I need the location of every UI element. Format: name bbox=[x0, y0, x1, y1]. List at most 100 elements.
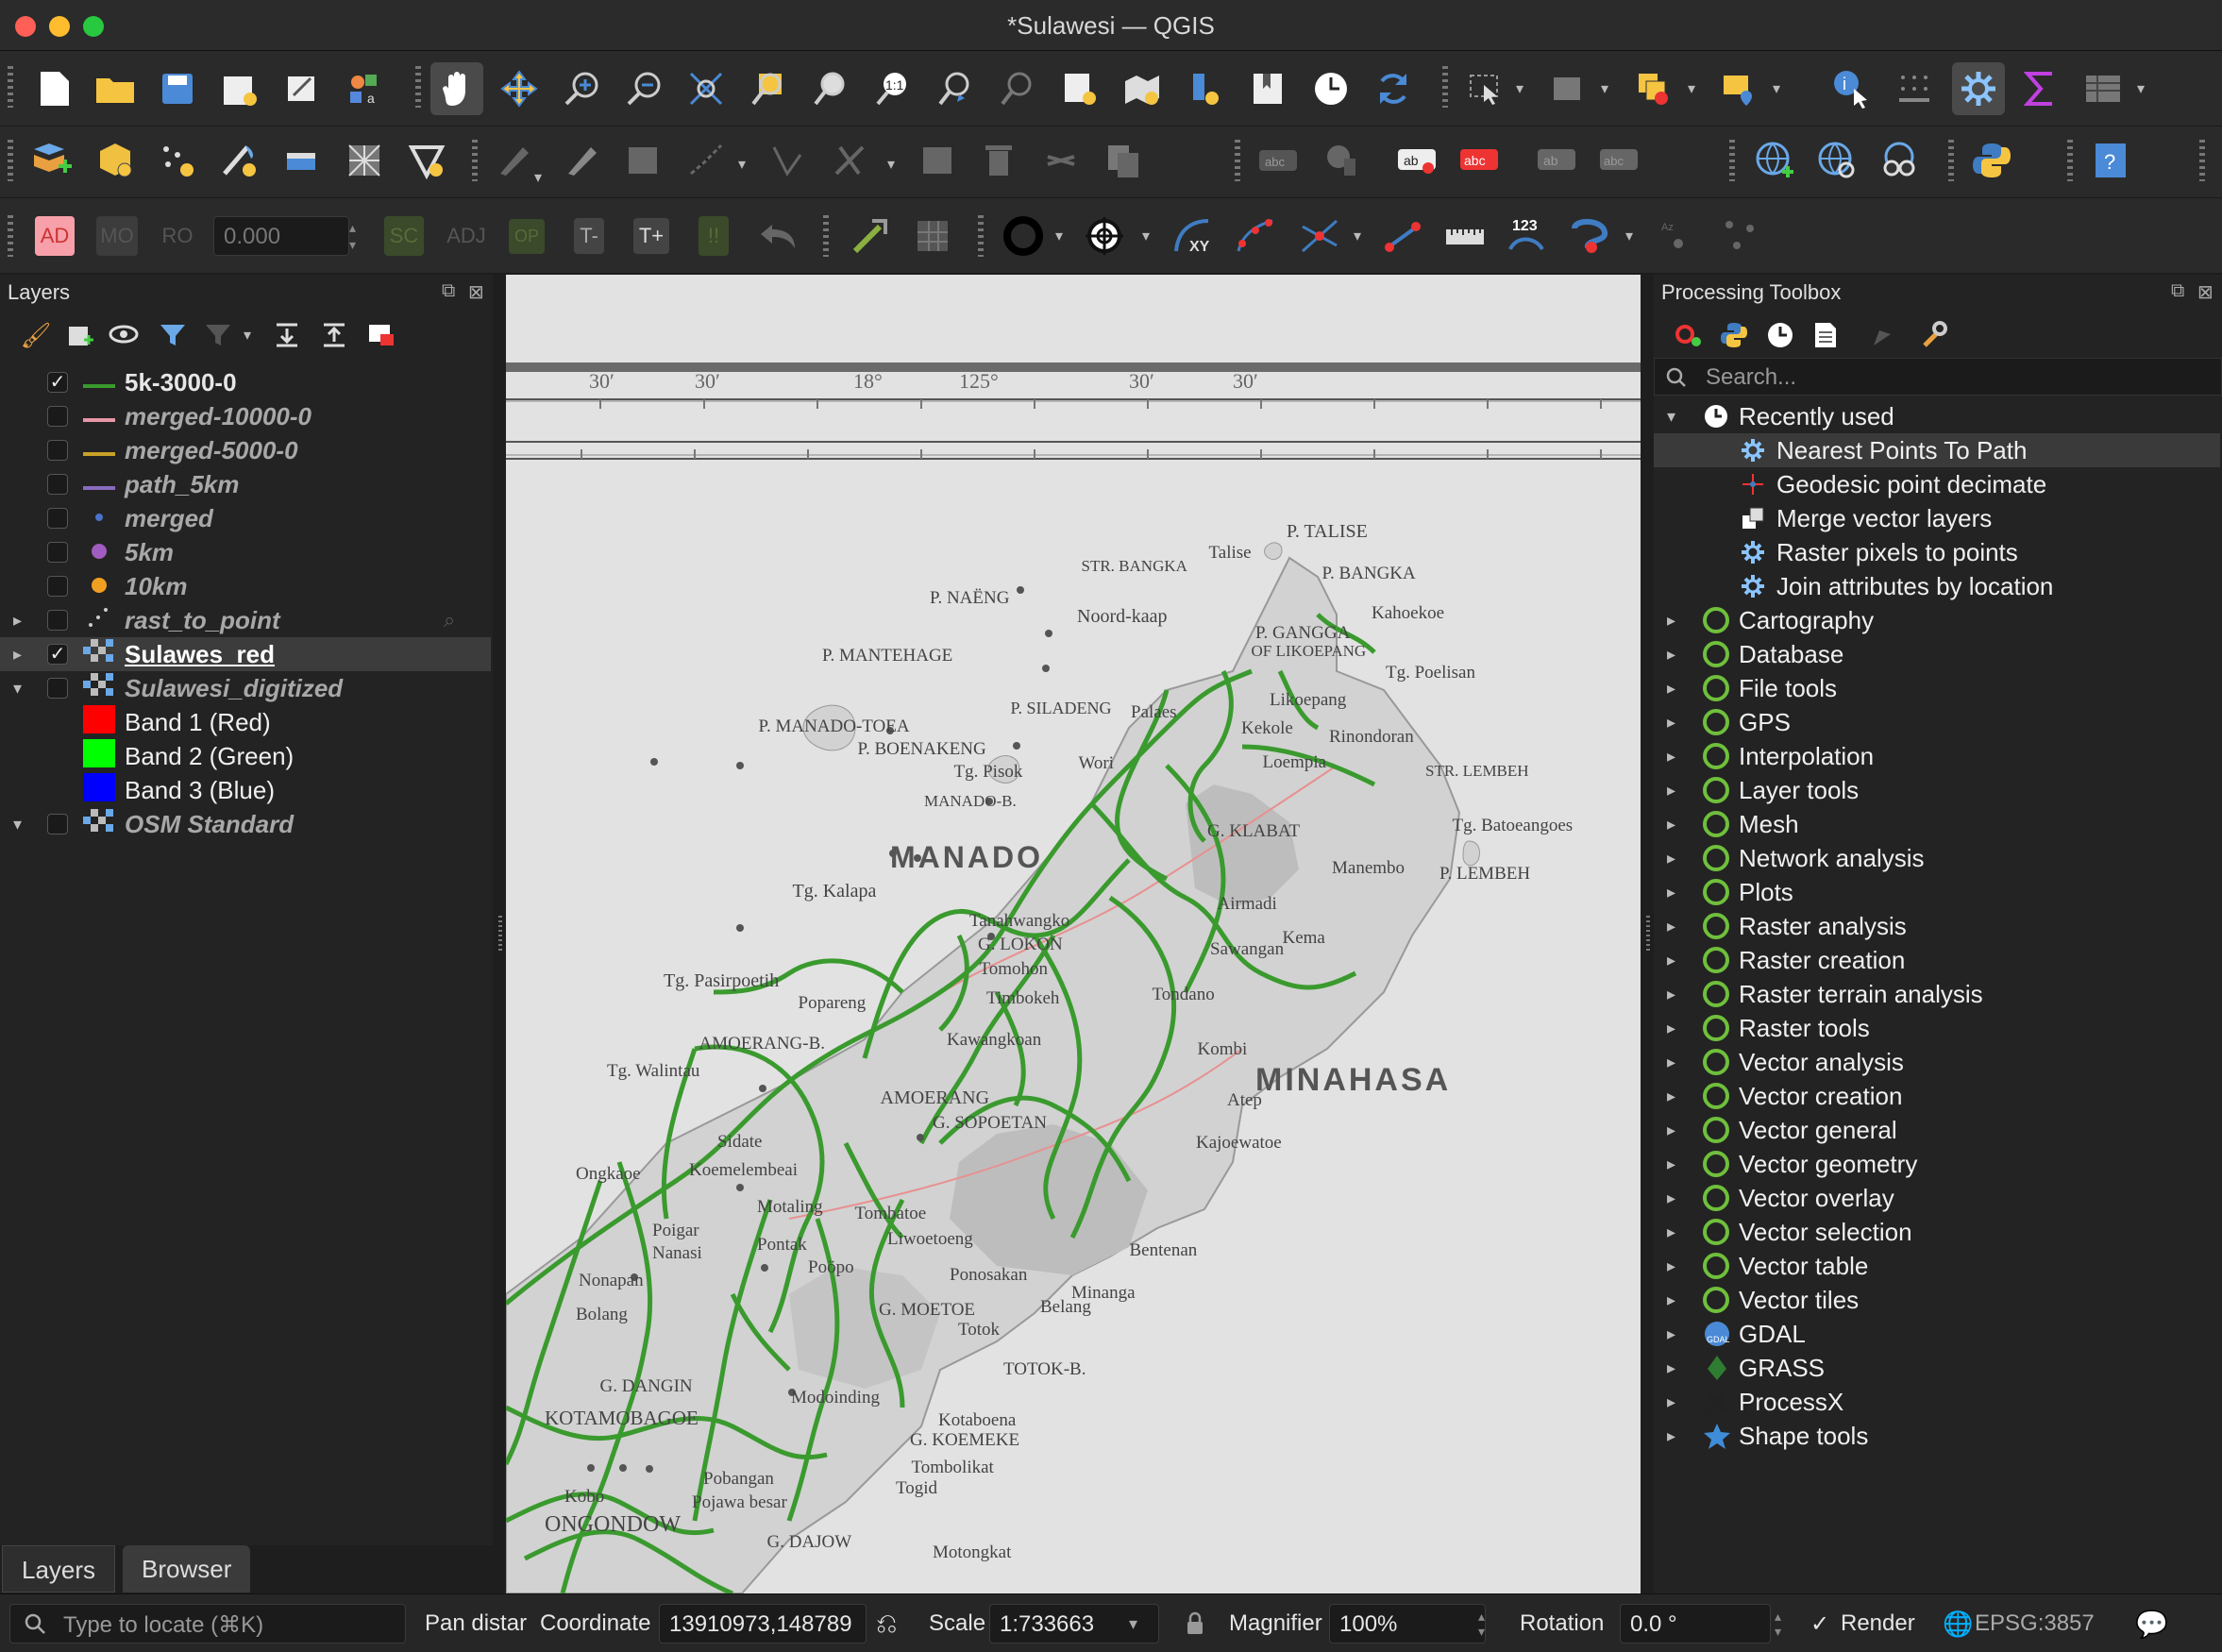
models-icon[interactable] bbox=[1661, 309, 1714, 362]
toolbox-group[interactable]: ▸ Database bbox=[1654, 637, 2220, 671]
pan-to-selection-icon[interactable] bbox=[493, 62, 546, 115]
toolbar-grip[interactable] bbox=[2067, 140, 2073, 181]
expand-arrow-icon[interactable]: ▸ bbox=[1667, 917, 1675, 936]
text-smaller-button[interactable]: T- bbox=[563, 210, 615, 262]
toolbar-grip[interactable] bbox=[1235, 140, 1240, 181]
toolbox-group[interactable]: ▸ Plots bbox=[1654, 875, 2220, 909]
zoom-next-icon[interactable] bbox=[991, 62, 1044, 115]
new-temporary-layer-icon[interactable] bbox=[151, 134, 204, 187]
new-spatial-bookmark-icon[interactable] bbox=[1053, 62, 1106, 115]
zoom-in-icon[interactable] bbox=[555, 62, 608, 115]
adjust-chip[interactable]: ADJ bbox=[440, 210, 493, 262]
layer-visibility-checkbox[interactable] bbox=[47, 474, 68, 495]
layer-row[interactable]: path_5km bbox=[0, 467, 491, 501]
toggle-editing-icon[interactable] bbox=[555, 134, 608, 187]
layer-visibility-checkbox[interactable] bbox=[47, 440, 68, 461]
layer-visibility-checkbox[interactable] bbox=[47, 610, 68, 631]
splitter-handle[interactable] bbox=[498, 916, 502, 953]
toolbox-algorithm-item[interactable]: Raster pixels to points bbox=[1654, 535, 2220, 569]
toolbox-group[interactable]: ▸ Raster analysis bbox=[1654, 909, 2220, 943]
layer-row[interactable]: ✓ 5k-3000-0 bbox=[0, 365, 491, 399]
op-chip[interactable]: OP bbox=[500, 210, 553, 262]
refresh-icon[interactable] bbox=[1367, 62, 1420, 115]
globe-icon[interactable]: 🌐 bbox=[1943, 1604, 1973, 1644]
chevron-down-icon[interactable]: ▾ bbox=[1625, 227, 1639, 244]
select-by-value-icon[interactable] bbox=[1542, 62, 1595, 115]
search-input[interactable]: Search... bbox=[1706, 364, 1796, 391]
open-attribute-table-icon[interactable] bbox=[2077, 62, 2129, 115]
expand-all-icon[interactable] bbox=[261, 309, 313, 362]
number-curve-icon[interactable]: 123 bbox=[1501, 210, 1554, 262]
layer-row[interactable]: ▾ OSM Standard bbox=[0, 807, 491, 841]
circle-tool-icon[interactable] bbox=[997, 210, 1050, 262]
help-icon[interactable]: ? bbox=[2084, 134, 2137, 187]
float-panel-icon[interactable]: ⧉ bbox=[442, 280, 455, 302]
expand-arrow-icon[interactable]: ▸ bbox=[1667, 713, 1675, 733]
diagram-toolbar-icon[interactable] bbox=[1316, 134, 1369, 187]
chevron-down-icon[interactable]: ▾ bbox=[887, 155, 901, 173]
python-console-icon[interactable] bbox=[1965, 134, 2018, 187]
edit-table-icon[interactable] bbox=[912, 134, 965, 187]
zoom-to-layer-icon[interactable] bbox=[804, 62, 857, 115]
layer-row[interactable]: ▸ rast_to_point ⌕ bbox=[0, 603, 491, 637]
options-wrench-icon[interactable] bbox=[1907, 309, 1960, 362]
zoom-to-selection-icon[interactable] bbox=[742, 62, 795, 115]
text-larger-button[interactable]: T+ bbox=[625, 210, 678, 262]
new-virtual-layer-icon[interactable] bbox=[213, 134, 266, 187]
new-3d-map-icon[interactable] bbox=[1180, 62, 1233, 115]
mouse-position-icon[interactable]: ⎌ bbox=[876, 1604, 897, 1644]
attributes-toolbar-icon[interactable] bbox=[1888, 62, 1941, 115]
coordinate-field[interactable]: 13910973,148789 bbox=[659, 1604, 867, 1644]
toolbar-grip[interactable] bbox=[8, 140, 13, 181]
move-label-icon[interactable]: abc bbox=[1593, 134, 1646, 187]
toolbox-group[interactable]: ▸ Mesh bbox=[1654, 807, 2220, 841]
expand-arrow-icon[interactable]: ▸ bbox=[1667, 985, 1675, 1004]
layout-manager-icon[interactable] bbox=[276, 62, 328, 115]
relative-angle-button[interactable]: RO bbox=[151, 210, 204, 262]
expand-arrow-icon[interactable]: ▸ bbox=[1667, 1392, 1675, 1412]
chevron-down-icon[interactable]: ▾ bbox=[534, 168, 547, 186]
magnifier-field[interactable]: 100% bbox=[1329, 1604, 1486, 1644]
expand-arrow-icon[interactable]: ▸ bbox=[1667, 1155, 1675, 1174]
manage-visibility-icon[interactable] bbox=[98, 309, 151, 362]
sort-az-icon[interactable]: Az bbox=[1652, 210, 1705, 262]
toolbox-group[interactable]: ▸ Vector selection bbox=[1654, 1215, 2220, 1249]
toolbox-group[interactable]: ▸ GPS bbox=[1654, 705, 2220, 739]
add-wfs-layer-icon[interactable] bbox=[1810, 134, 1863, 187]
tab-layers[interactable]: Layers bbox=[2, 1545, 116, 1593]
filter-by-expression-icon[interactable] bbox=[193, 309, 245, 362]
chevron-down-icon[interactable]: ▾ bbox=[1516, 79, 1529, 97]
chevron-down-icon[interactable]: ▾ bbox=[738, 155, 751, 173]
expand-arrow-icon[interactable]: ▸ bbox=[1667, 1256, 1675, 1276]
toolbox-group[interactable]: ▸ Vector geometry bbox=[1654, 1147, 2220, 1181]
expand-arrow-icon[interactable]: ▸ bbox=[1667, 1358, 1675, 1378]
change-label-icon[interactable]: ab bbox=[1531, 134, 1584, 187]
rotation-field[interactable]: 0.0 ° bbox=[1620, 1604, 1771, 1644]
toolbox-group[interactable]: ▸ Vector table bbox=[1654, 1249, 2220, 1283]
advanced-digitizing-button[interactable]: AD bbox=[28, 210, 81, 262]
chevron-down-icon[interactable]: ▾ bbox=[1055, 227, 1069, 244]
save-layer-edits-icon[interactable] bbox=[617, 134, 670, 187]
edit-features-in-place-icon[interactable] bbox=[1858, 309, 1911, 362]
layer-visibility-checkbox[interactable] bbox=[47, 678, 68, 699]
temporal-controller-icon[interactable] bbox=[1305, 62, 1357, 115]
target-icon[interactable] bbox=[1078, 210, 1131, 262]
toolbox-group[interactable]: ▸ File tools bbox=[1654, 671, 2220, 705]
expand-arrow-icon[interactable]: ▸ bbox=[1667, 1053, 1675, 1072]
remove-layer-icon[interactable] bbox=[355, 309, 408, 362]
new-map-view-icon[interactable] bbox=[1116, 62, 1169, 115]
toolbox-group[interactable]: ▸ Vector analysis bbox=[1654, 1045, 2220, 1079]
lock-scale-icon[interactable] bbox=[1186, 1604, 1204, 1644]
xy-curve-icon[interactable]: XY bbox=[1167, 210, 1220, 262]
collapse-all-icon[interactable] bbox=[308, 309, 361, 362]
toolbox-group[interactable]: ▸ Vector tiles bbox=[1654, 1283, 2220, 1317]
grid-icon[interactable] bbox=[906, 210, 959, 262]
save-project-icon[interactable] bbox=[151, 62, 204, 115]
toolbox-search[interactable]: Search... bbox=[1654, 358, 2222, 396]
render-checkbox[interactable]: ✓ bbox=[1810, 1604, 1829, 1644]
layer-visibility-checkbox[interactable] bbox=[47, 814, 68, 834]
map-canvas[interactable]: 30′ 30′ 18° 125° 30′ 30′ P. TALISE Talise P. BAN… bbox=[506, 275, 1641, 1593]
processing-toolbox-icon[interactable] bbox=[1952, 62, 2005, 115]
toolbar-grip[interactable] bbox=[1948, 140, 1954, 181]
spin-arrows[interactable]: ▴ ▾ bbox=[349, 219, 356, 253]
